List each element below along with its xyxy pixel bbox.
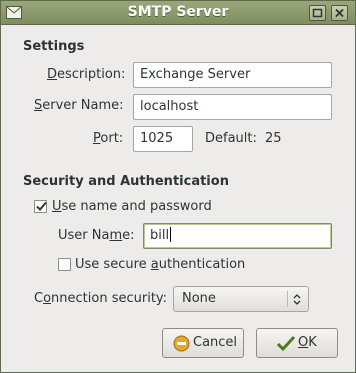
secure-auth-label-mnemonic: a (150, 257, 159, 272)
port-label-text: ort: (100, 131, 124, 146)
security-heading: Security and Authentication (23, 174, 229, 189)
port-default-label: Default: (205, 131, 257, 146)
description-label-mnemonic: D (47, 67, 58, 82)
smtp-server-dialog: SMTP Server Settings Description: Exchan… (0, 0, 356, 373)
user-name-label-mnemonic: m (109, 228, 123, 243)
settings-heading: Settings (23, 39, 85, 54)
description-label: Description: (47, 67, 125, 82)
user-name-label-rest: e: (122, 228, 135, 243)
close-button[interactable] (331, 5, 348, 21)
text-caret (170, 227, 172, 242)
cancel-button-label: Cancel (193, 335, 238, 350)
window-title: SMTP Server (127, 4, 229, 20)
secure-auth-label-rest: uthentication (158, 257, 246, 272)
cancel-icon (173, 335, 190, 352)
description-label-text: escription: (57, 67, 126, 82)
maximize-icon (312, 8, 323, 18)
connection-security-label-mnemonic: o (43, 291, 52, 306)
user-name-value: bill (150, 228, 170, 243)
combo-arrows-icon (293, 294, 301, 305)
use-name-password-label[interactable]: Use name and password (52, 199, 212, 214)
ok-button-label-rest: K (308, 335, 317, 350)
server-name-label-text: erver Name: (42, 98, 124, 113)
ok-button[interactable]: OK (256, 328, 338, 358)
port-label: Port: (93, 131, 123, 146)
connection-security-label-rest: nnection security: (51, 291, 168, 306)
connection-security-label-pre: C (34, 291, 44, 306)
description-field[interactable]: Exchange Server (133, 62, 332, 88)
server-name-label: Server Name: (34, 98, 124, 113)
user-name-field[interactable]: bill (143, 223, 332, 249)
checkmark-icon (36, 201, 47, 211)
use-name-password-text: se name and password (61, 199, 212, 214)
connection-security-value: None (182, 291, 216, 306)
secure-auth-checkbox[interactable] (58, 258, 71, 271)
user-name-label-pre: User Na (58, 228, 110, 243)
use-name-password-mnemonic: U (52, 199, 62, 214)
port-default-value: 25 (265, 131, 282, 146)
port-field[interactable]: 1025 (133, 126, 193, 152)
use-name-password-checkbox[interactable] (34, 200, 47, 213)
cancel-button[interactable]: Cancel (162, 328, 244, 358)
ok-check-icon (276, 335, 296, 352)
title-bar[interactable]: SMTP Server (1, 1, 355, 25)
ok-button-mnemonic: O (298, 335, 309, 350)
user-name-label: User Name: (58, 228, 135, 243)
ok-button-label: OK (298, 335, 317, 350)
combo-separator (287, 291, 288, 307)
secure-auth-label-pre: Use secure (75, 257, 151, 272)
maximize-button[interactable] (309, 5, 326, 21)
connection-security-label: Connection security: (34, 291, 167, 306)
server-name-field[interactable]: localhost (133, 94, 332, 120)
close-icon (335, 8, 344, 18)
connection-security-dropdown[interactable]: None (173, 286, 309, 312)
secure-auth-label[interactable]: Use secure authentication (75, 257, 245, 272)
